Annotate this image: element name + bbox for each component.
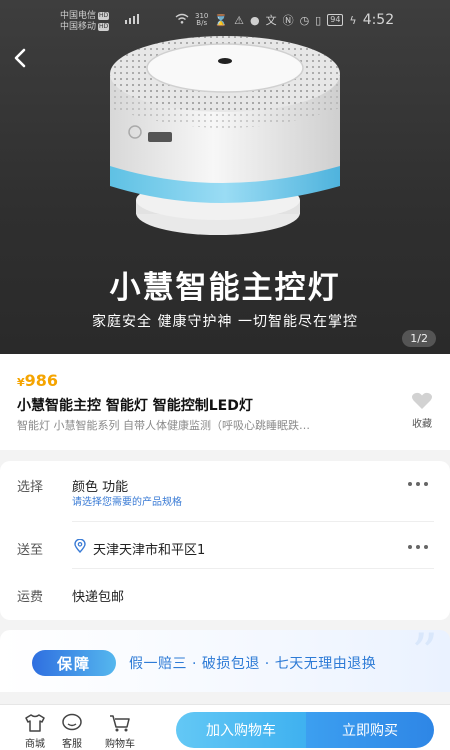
cart-icon	[110, 715, 130, 732]
tab-cart[interactable]: 购物车	[100, 713, 140, 750]
guarantee-banner[interactable]: ” 保障 假一赔三 · 破损包退 · 七天无理由退换	[0, 630, 450, 692]
charging-icon: ϟ	[349, 13, 357, 27]
image-pager: 1/2	[402, 330, 436, 347]
product-image	[110, 36, 340, 235]
tab-shop[interactable]: 商城	[15, 713, 55, 750]
warning-icon: ⚠	[234, 13, 244, 27]
freight-label: 运费	[17, 590, 44, 605]
add-to-cart-button[interactable]: 加入购物车	[176, 712, 306, 748]
carrier-2: 中国移动	[60, 22, 97, 32]
translate-icon: 文	[265, 14, 277, 27]
product-info-card: ¥986 小慧智能主控 智能灯 智能控制LED灯 智能灯 小慧智能系列 自带人体…	[0, 354, 450, 450]
chevron-left-icon	[14, 48, 26, 68]
divider	[72, 568, 434, 569]
guarantee-badge: 保障	[32, 650, 116, 676]
location-pin-icon	[74, 539, 86, 553]
divider	[72, 521, 434, 522]
product-image-carousel[interactable]: 中国电信 HD 中国移动 HD 310 B/s ⌛ ⚠ ● 文 Ⓝ ◷ ▯ 94 ϟ …	[0, 0, 450, 354]
hero-subtitle: 家庭安全 健康守护神 一切智能尽在掌控	[92, 314, 358, 330]
message-icon: ●	[249, 13, 260, 27]
clock: 4:52	[362, 12, 395, 28]
tab-service[interactable]: 客服	[52, 713, 92, 750]
ship-value: 天津天津市和平区1	[93, 543, 206, 558]
quote-decoration-icon: ”	[411, 630, 438, 684]
more-icon	[408, 482, 428, 486]
hourglass-icon: ⌛	[214, 13, 229, 27]
select-label: 选择	[17, 480, 44, 495]
shirt-shop-icon	[25, 714, 45, 732]
carrier-1: 中国电信	[60, 11, 97, 21]
chat-service-icon	[62, 713, 82, 731]
tab-shop-label: 商城	[25, 739, 45, 750]
wifi-icon	[175, 13, 189, 27]
hero-title: 小慧智能主控灯	[109, 270, 341, 306]
freight-value: 快递包邮	[72, 590, 125, 605]
battery-icon: 94	[327, 14, 344, 26]
net-speed: 310 B/s	[195, 12, 209, 27]
product-price: ¥986	[17, 371, 58, 390]
select-hint: 请选择您需要的产品规格	[72, 497, 182, 508]
product-description: 智能灯 小慧智能系列 自带人体健康监测（呼吸心跳睡眠跌…	[17, 419, 310, 432]
heart-icon	[411, 392, 433, 409]
signal-icon	[125, 14, 139, 24]
favorite-label: 收藏	[412, 419, 432, 430]
price-value: 986	[24, 371, 59, 390]
product-name: 小慧智能主控 智能灯 智能控制LED灯	[17, 398, 253, 414]
tab-cart-label: 购物车	[105, 739, 135, 750]
options-card: 选择 颜色 功能 请选择您需要的产品规格 送至 天津天津市和平区1 运费 快递包…	[0, 461, 450, 620]
vibrate-icon: ▯	[315, 13, 322, 27]
back-button[interactable]	[12, 48, 28, 68]
buy-now-button[interactable]: 立即购买	[306, 712, 434, 748]
ship-label: 送至	[17, 543, 44, 558]
favorite-button[interactable]: 收藏	[405, 392, 439, 430]
currency-symbol: ¥	[17, 376, 25, 389]
alarm-icon: ◷	[299, 13, 310, 27]
nfc-icon: Ⓝ	[282, 14, 294, 27]
tab-service-label: 客服	[62, 739, 82, 750]
more-icon	[408, 545, 428, 549]
hd-badge: HD	[98, 11, 110, 20]
guarantee-text: 假一赔三 · 破损包退 · 七天无理由退换	[129, 656, 377, 672]
